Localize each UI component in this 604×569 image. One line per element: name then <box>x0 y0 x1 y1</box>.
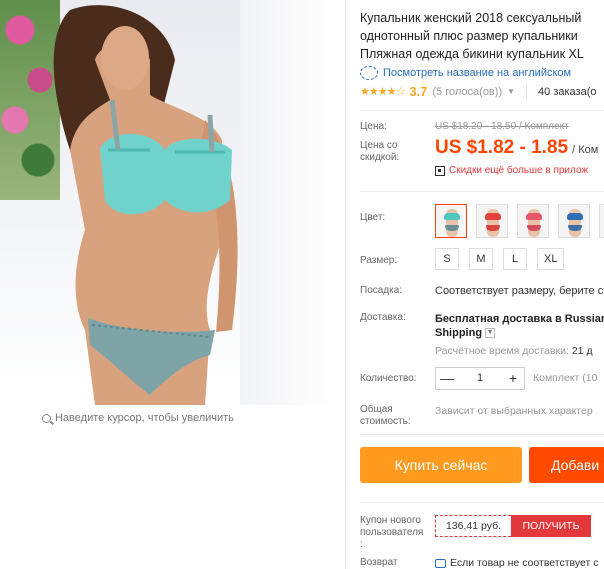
product-info-panel: Купальник женский 2018 сексуальный однот… <box>345 0 604 569</box>
divider <box>526 84 528 99</box>
shipping-method[interactable]: Бесплатная доставка в Russian Shipping ▼ <box>435 312 604 340</box>
shipping-line-2: Shipping ▼ <box>435 326 604 340</box>
sale-price-value: US $1.82 - 1.85 <box>435 137 569 158</box>
swatch-top <box>444 213 460 220</box>
total-label-line: стоимость: <box>360 416 411 427</box>
sale-price-unit: / Ком <box>572 144 599 156</box>
sale-price: US $1.82 - 1.85/ Ком <box>435 137 598 159</box>
rating-row: ★★★★☆ 3.7 (5 голоса(ов)) ▼ 40 заказа(о <box>360 84 596 99</box>
color-label: Цвет: <box>360 212 386 223</box>
color-options <box>435 204 604 238</box>
size-option-s[interactable]: S <box>435 248 459 270</box>
product-title-line: Купальник женский 2018 сексуальный <box>360 11 582 25</box>
return-policy-icon <box>435 558 446 568</box>
divider <box>360 191 604 192</box>
zoom-hint: Наведите курсор, чтобы увеличить <box>42 412 234 424</box>
coupon-label-line: : <box>360 539 363 550</box>
size-option-m[interactable]: M <box>469 248 493 270</box>
eta-label: Расчётное время доставки: <box>435 345 569 357</box>
swatch-top <box>567 213 583 220</box>
old-price: US $18.20 - 18.50 / Комплект <box>435 121 569 132</box>
size-option-l[interactable]: L <box>503 248 527 270</box>
product-main-image[interactable] <box>0 0 338 405</box>
total-value: Зависит от выбранных характер <box>435 405 593 417</box>
size-options: S M L XL <box>435 248 565 270</box>
returns-label: Возврат <box>360 557 398 568</box>
color-swatch-teal[interactable] <box>435 204 467 238</box>
total-label-line: Общая <box>360 404 393 415</box>
quantity-label: Количество: <box>360 373 417 384</box>
divider <box>360 110 604 111</box>
swatch-top <box>485 213 501 220</box>
coupon-amount: 136,41 руб. <box>435 515 511 537</box>
price-label: Цена: <box>360 121 387 132</box>
stock-info: Комплект (10 <box>533 372 598 384</box>
translate-link-text: Посмотреть название на английском <box>383 67 572 79</box>
model-figure <box>53 5 238 405</box>
quantity-stepper: — 1 + <box>435 367 525 390</box>
orders-count: 40 заказа(о <box>538 85 597 98</box>
product-title-line: однотонный плюс размер купальники <box>360 29 578 43</box>
total-label: Общая стоимость: <box>360 404 411 428</box>
translate-title-link[interactable]: Посмотреть название на английском <box>360 66 571 80</box>
color-swatch-navy[interactable] <box>599 204 604 238</box>
discount-label-line: скидкой: <box>360 152 400 163</box>
swatch-top <box>526 213 542 220</box>
quantity-minus-button[interactable]: — <box>436 368 458 389</box>
delivery-eta: Расчётное время доставки: 21 д <box>435 345 593 357</box>
product-title-line: Пляжная одежда бикини купальник XL <box>360 47 584 61</box>
magnifier-icon <box>42 413 51 423</box>
color-swatch-blue[interactable] <box>558 204 590 238</box>
rating-score: 3.7 <box>409 84 428 99</box>
translate-icon <box>360 66 378 80</box>
quantity-plus-button[interactable]: + <box>502 368 524 389</box>
discount-label-line: Цена со <box>360 140 398 151</box>
zoom-hint-text: Наведите курсор, чтобы увеличить <box>55 412 234 424</box>
product-gallery: Наведите курсор, чтобы увеличить <box>0 0 338 430</box>
chevron-down-icon[interactable]: ▼ <box>485 328 496 339</box>
color-swatch-red[interactable] <box>476 204 508 238</box>
get-coupon-button[interactable]: ПОЛУЧИТЬ <box>511 515 591 537</box>
add-to-cart-button[interactable]: Добави <box>529 447 604 483</box>
coupon-label: Купон нового пользователя : <box>360 515 423 551</box>
shipping-line: Бесплатная доставка в Russian <box>435 313 604 325</box>
app-promo-text: Скидки ещё больше в прилож <box>449 165 589 176</box>
divider <box>360 502 604 503</box>
coupon-label-line: Купон нового <box>360 515 421 526</box>
coupon-label-line: пользователя <box>360 527 424 538</box>
color-swatch-pink[interactable] <box>517 204 549 238</box>
rating-votes[interactable]: (5 голоса(ов)) <box>432 86 502 98</box>
buy-now-button[interactable]: Купить сейчас <box>360 447 522 483</box>
eta-value: 21 д <box>571 345 593 357</box>
quantity-input[interactable]: 1 <box>458 368 502 389</box>
new-user-coupon: 136,41 руб. ПОЛУЧИТЬ <box>435 515 591 537</box>
app-promo-link[interactable]: Скидки ещё больше в прилож <box>435 165 588 176</box>
size-label: Размер: <box>360 255 398 266</box>
rating-stars-icon: ★★★★☆ <box>360 86 405 98</box>
fit-label: Посадка: <box>360 285 403 296</box>
shipping-line: Shipping <box>435 327 483 339</box>
chevron-down-icon[interactable]: ▼ <box>507 87 515 96</box>
product-title: Купальник женский 2018 сексуальный однот… <box>360 9 604 63</box>
shipping-label: Доставка: <box>360 312 406 323</box>
size-option-xl[interactable]: XL <box>537 248 565 270</box>
divider <box>360 434 604 435</box>
fit-value: Соответствует размеру, берите с <box>435 285 604 297</box>
returns-info[interactable]: Если товар не соответствует с <box>435 557 598 569</box>
discount-price-label: Цена со скидкой: <box>360 140 399 164</box>
returns-text: Если товар не соответствует с <box>450 557 599 569</box>
qr-code-icon <box>435 165 445 176</box>
